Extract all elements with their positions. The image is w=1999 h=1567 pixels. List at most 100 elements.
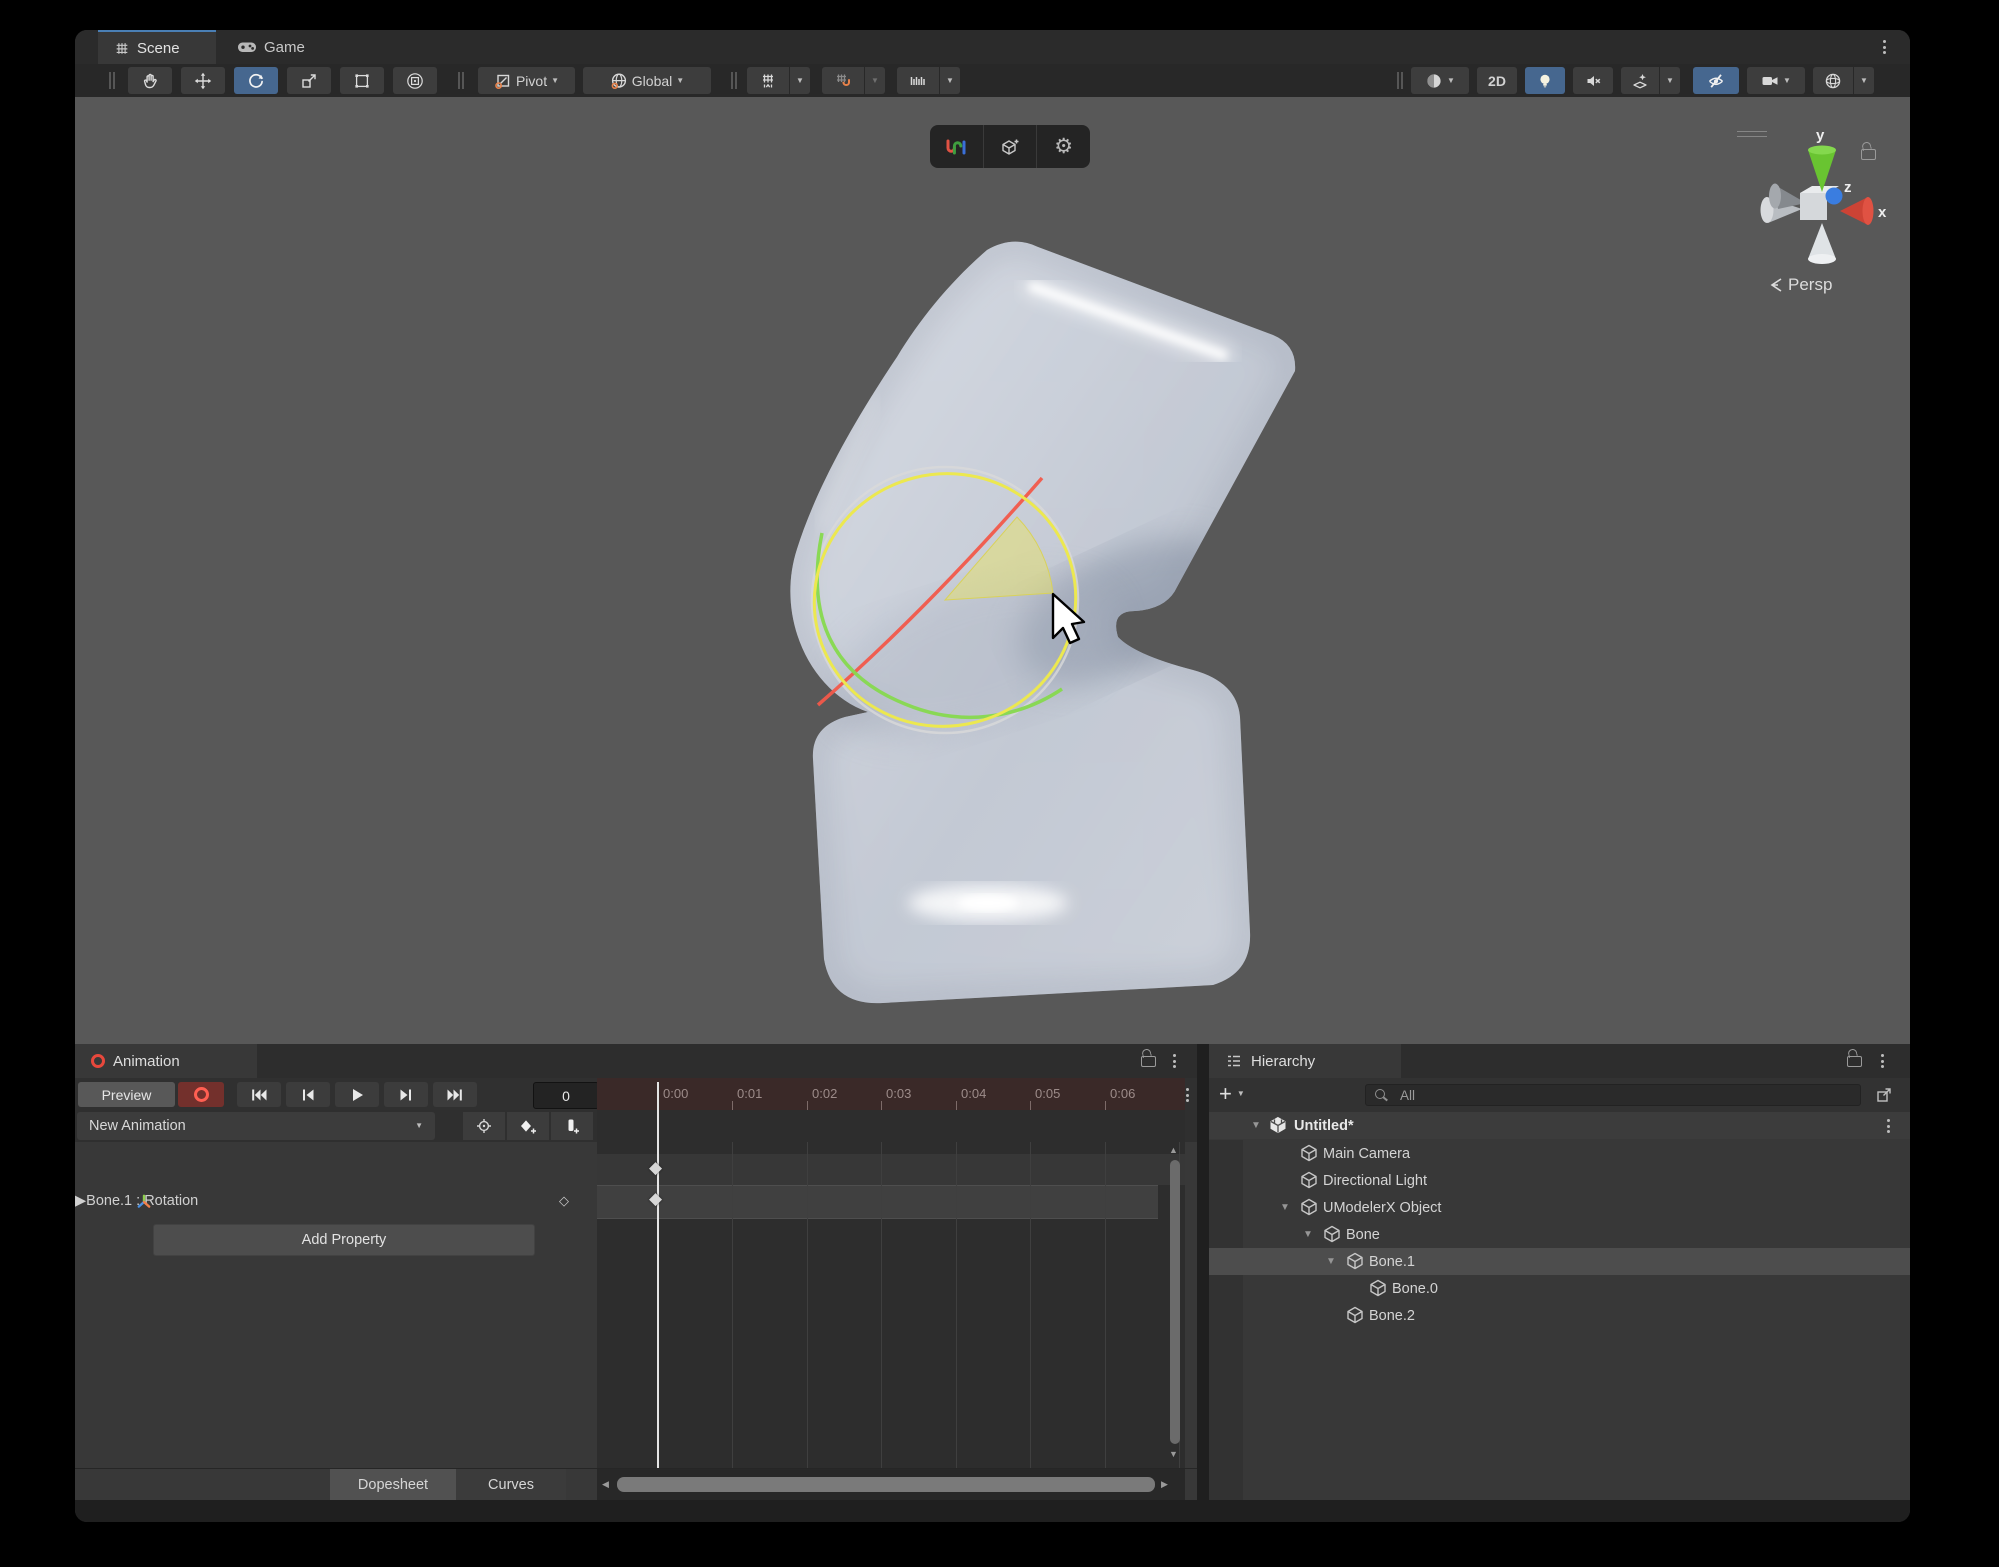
foldout-open-icon[interactable]: ▼: [1280, 1202, 1290, 1213]
umodelerx-settings-button[interactable]: ⚙: [1037, 125, 1090, 168]
hierarchy-lock-icon[interactable]: [1847, 1056, 1862, 1067]
snap-increment-dropdown[interactable]: ▼: [940, 67, 960, 94]
panel-divider[interactable]: [1197, 1044, 1209, 1500]
toolbar-drag-handle[interactable]: [458, 72, 460, 89]
scene-effects-dropdown[interactable]: ▼: [1660, 67, 1680, 94]
scene-effects-button[interactable]: [1621, 67, 1659, 94]
toolbar-drag-handle[interactable]: [109, 72, 111, 89]
tab-hierarchy[interactable]: Hierarchy: [1209, 1044, 1401, 1078]
tab-curves[interactable]: Curves: [456, 1469, 566, 1501]
dopesheet-area[interactable]: [597, 1142, 1185, 1468]
horizontal-scrollbar-thumb[interactable]: [617, 1477, 1155, 1492]
grid-snap-button[interactable]: [822, 67, 864, 94]
tab-animation[interactable]: Animation: [75, 1044, 257, 1078]
hierarchy-item-bone2[interactable]: Bone.2: [1209, 1302, 1910, 1329]
window-bottom-strip: [75, 1500, 1910, 1522]
current-frame-field[interactable]: [533, 1082, 599, 1109]
gizmos-button[interactable]: [1813, 67, 1853, 94]
toolbar-drag-handle[interactable]: [731, 72, 733, 89]
goto-first-frame-button[interactable]: [237, 1082, 281, 1107]
create-object-button[interactable]: [984, 125, 1038, 168]
hierarchy-item-bone1-selected[interactable]: ▼ Bone.1: [1209, 1248, 1910, 1275]
record-button[interactable]: [178, 1082, 224, 1107]
timeline-menu-icon[interactable]: [1186, 1088, 1189, 1102]
animation-menu-icon[interactable]: [1173, 1054, 1176, 1068]
tabbar-menu-icon[interactable]: [1883, 40, 1886, 54]
next-frame-button[interactable]: [384, 1082, 428, 1107]
add-property-button[interactable]: Add Property: [153, 1224, 535, 1256]
view-tool-button[interactable]: [128, 67, 172, 94]
global-dropdown[interactable]: Global ▼: [583, 67, 711, 94]
hierarchy-item-bone0[interactable]: Bone.0: [1209, 1275, 1910, 1302]
umodelerx-logo-button[interactable]: [930, 125, 984, 168]
scene-viewport[interactable]: ⚙ y z x: [75, 97, 1910, 1044]
preview-toggle-button[interactable]: Preview: [78, 1082, 175, 1107]
gizmos-dropdown[interactable]: ▼: [1854, 67, 1874, 94]
hierarchy-menu-icon[interactable]: [1881, 1054, 1884, 1068]
ruler-label: 0:01: [737, 1086, 762, 1101]
projection-toggle[interactable]: Persp: [1769, 275, 1832, 295]
filter-by-selection-button[interactable]: [463, 1112, 505, 1140]
grid-visibility-button[interactable]: [747, 67, 789, 94]
scene-visibility-button[interactable]: [1693, 67, 1739, 94]
animation-clip-dropdown[interactable]: New Animation ▼: [77, 1112, 435, 1140]
gizmo-lock-icon[interactable]: [1861, 149, 1876, 160]
tab-dopesheet[interactable]: Dopesheet: [330, 1469, 456, 1501]
scroll-right-icon[interactable]: ▶: [1161, 1480, 1168, 1489]
gizmo-drag-handle[interactable]: [1737, 131, 1767, 132]
summary-keys-row: [597, 1154, 1185, 1185]
playhead[interactable]: [657, 1082, 659, 1468]
tab-scene[interactable]: Scene: [98, 30, 216, 64]
goto-last-frame-button[interactable]: [433, 1082, 477, 1107]
hierarchy-item-bone[interactable]: ▼ Bone: [1209, 1221, 1910, 1248]
rotate-tool-button[interactable]: [234, 67, 278, 94]
toolbar-drag-handle[interactable]: [1397, 72, 1399, 89]
scene-audio-button[interactable]: [1573, 67, 1613, 94]
foldout-open-icon[interactable]: ▼: [1251, 1120, 1261, 1131]
scale-tool-button[interactable]: [287, 67, 331, 94]
create-object-dropdown[interactable]: + ▼: [1219, 1082, 1245, 1106]
camera-settings-dropdown[interactable]: ▼: [1747, 67, 1805, 94]
hierarchy-item-umodelerx-object[interactable]: ▼ UModelerX Object: [1209, 1194, 1910, 1221]
hierarchy-item-untitled[interactable]: ▼ Untitled*: [1209, 1112, 1910, 1139]
rect-tool-button[interactable]: [340, 67, 384, 94]
vertical-scrollbar-thumb[interactable]: [1170, 1160, 1180, 1444]
keyframe-diamond[interactable]: ◆: [649, 1190, 662, 1207]
grid-visibility-dropdown[interactable]: ▼: [790, 67, 810, 94]
scroll-up-icon[interactable]: ▲: [1169, 1146, 1178, 1155]
shading-mode-dropdown[interactable]: ▼: [1411, 67, 1469, 94]
animation-lock-icon[interactable]: [1141, 1056, 1156, 1067]
ruler-label: 0:05: [1035, 1086, 1060, 1101]
scene-menu-icon[interactable]: [1887, 1119, 1890, 1133]
foldout-open-icon[interactable]: ▼: [1326, 1256, 1336, 1267]
previous-frame-button[interactable]: [286, 1082, 330, 1107]
add-keyframe-button[interactable]: [507, 1112, 549, 1140]
pivot-dropdown[interactable]: Pivot ▼: [478, 67, 575, 94]
property-track-row[interactable]: ▶ Bone.1 : Rotation ◇: [75, 1185, 597, 1217]
axis-y-label[interactable]: y: [1816, 127, 1824, 144]
snap-increment-button[interactable]: [897, 67, 939, 94]
tab-game[interactable]: Game: [221, 30, 321, 64]
scroll-down-icon[interactable]: ▼: [1169, 1450, 1178, 1459]
hierarchy-search-input[interactable]: [1365, 1084, 1861, 1106]
grid-snap-dropdown[interactable]: ▼: [865, 67, 885, 94]
foldout-open-icon[interactable]: ▼: [1303, 1229, 1313, 1240]
transform-tool-button[interactable]: [393, 67, 437, 94]
foldout-closed-icon[interactable]: ▶: [75, 1193, 86, 1209]
move-tool-button[interactable]: [181, 67, 225, 94]
hierarchy-item-directional-light[interactable]: Directional Light: [1209, 1167, 1910, 1194]
axis-z-label[interactable]: z: [1844, 179, 1852, 196]
key-toggle-icon[interactable]: ◇: [559, 1193, 569, 1209]
2d-toggle-button[interactable]: 2D: [1477, 67, 1517, 94]
scroll-left-icon[interactable]: ◀: [602, 1480, 609, 1489]
scene-lighting-button[interactable]: [1525, 67, 1565, 94]
keyframe-diamond[interactable]: ◆: [649, 1159, 662, 1176]
orientation-gizmo[interactable]: y z x Persp: [1695, 117, 1905, 317]
play-button[interactable]: [335, 1082, 379, 1107]
axis-x-label[interactable]: x: [1878, 204, 1886, 221]
open-search-window-icon[interactable]: [1875, 1086, 1893, 1104]
timeline-ruler[interactable]: 0:00 0:01 0:02 0:03 0:04 0:05 0:06: [597, 1078, 1185, 1111]
hierarchy-item-main-camera[interactable]: Main Camera: [1209, 1140, 1910, 1167]
add-event-button[interactable]: [551, 1112, 593, 1140]
hierarchy-panel: Hierarchy + ▼ ▼ Untitled* Main Camera: [1209, 1044, 1910, 1500]
